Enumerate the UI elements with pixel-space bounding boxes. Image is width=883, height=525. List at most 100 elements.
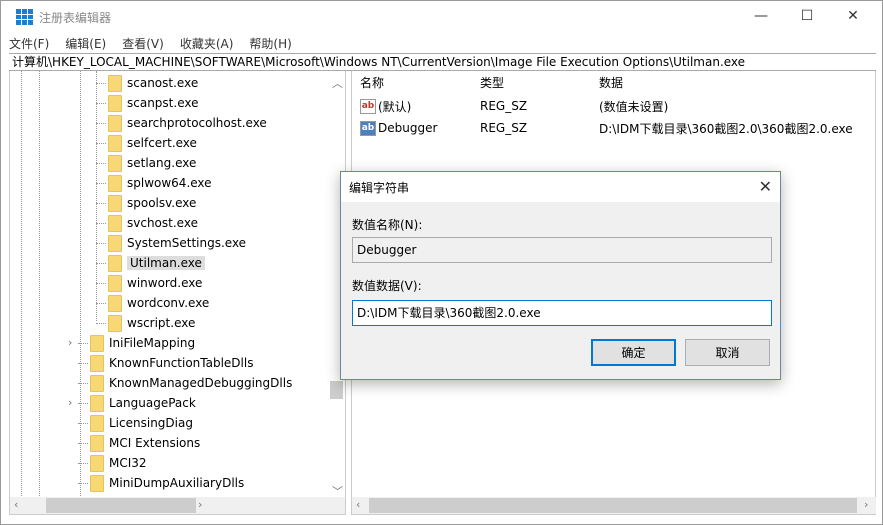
- folder-icon: [108, 194, 122, 212]
- folder-icon: [108, 254, 122, 272]
- tree-item-label: IniFileMapping: [109, 336, 196, 350]
- dialog-close-icon[interactable]: ✕: [759, 177, 772, 196]
- value-data: D:\IDM下载目录\360截图2.0\360截图2.0.exe: [599, 121, 853, 136]
- folder-icon: [108, 274, 122, 292]
- tree-item[interactable]: wscript.exe: [96, 313, 195, 333]
- tree-item-label: Utilman.exe: [127, 256, 205, 270]
- folder-icon: [108, 294, 122, 312]
- expand-chevron-icon[interactable]: ›: [68, 396, 72, 409]
- column-data[interactable]: 数据: [599, 74, 623, 91]
- tree-item[interactable]: svchost.exe: [96, 213, 198, 233]
- folder-icon: [108, 154, 122, 172]
- tree-item[interactable]: scanost.exe: [96, 73, 198, 93]
- folder-icon: [108, 234, 122, 252]
- minimize-button[interactable]: —: [738, 1, 784, 31]
- scroll-right-icon[interactable]: ›: [864, 498, 868, 511]
- tree-item-label: scanpst.exe: [127, 96, 199, 110]
- folder-icon: [108, 134, 122, 152]
- tree-item-label: wscript.exe: [127, 316, 196, 330]
- tree-item[interactable]: setlang.exe: [96, 153, 196, 173]
- scroll-right-icon[interactable]: ›: [198, 498, 202, 511]
- tree-item-label: searchprotocolhost.exe: [127, 116, 267, 130]
- value-data-input[interactable]: D:\IDM下载目录\360截图2.0.exe: [352, 300, 772, 326]
- list-row[interactable]: ab (默认) REG_SZ (数值未设置): [352, 95, 875, 117]
- tree-item-label: MiniDumpAuxiliaryDlls: [109, 476, 245, 490]
- folder-icon: [90, 414, 104, 432]
- tree-item-label: svchost.exe: [127, 216, 198, 230]
- folder-icon: [90, 434, 104, 452]
- scroll-thumb[interactable]: [369, 498, 857, 513]
- tree-item[interactable]: winword.exe: [96, 273, 202, 293]
- tree-item-label: MCI32: [109, 456, 147, 470]
- tree-item[interactable]: SystemSettings.exe: [96, 233, 246, 253]
- tree-item-label: spoolsv.exe: [127, 196, 197, 210]
- registry-tree: ︿ ﹀ ‹ › scanost.exe scanpst.exe searchprot…: [9, 71, 346, 515]
- tree-item[interactable]: MCI32: [78, 453, 147, 473]
- folder-icon: [90, 334, 104, 352]
- scroll-left-icon[interactable]: ‹: [356, 498, 360, 511]
- folder-icon: [90, 474, 104, 492]
- edit-string-dialog: 编辑字符串 ✕ 数值名称(N): Debugger 数值数据(V): D:\ID…: [340, 171, 781, 380]
- tree-item-label: KnownFunctionTableDlls: [109, 356, 254, 370]
- tree-item[interactable]: Utilman.exe: [96, 253, 205, 273]
- ok-button[interactable]: 确定: [591, 339, 676, 366]
- cancel-button[interactable]: 取消: [685, 339, 770, 366]
- maximize-button[interactable]: ☐: [784, 1, 830, 31]
- address-bar[interactable]: 计算机\HKEY_LOCAL_MACHINE\SOFTWARE\Microsof…: [9, 53, 876, 71]
- menu-bar: 文件(F) 编辑(E) 查看(V) 收藏夹(A) 帮助(H): [1, 33, 308, 53]
- tree-item[interactable]: splwow64.exe: [96, 173, 212, 193]
- menu-item[interactable]: 编辑(E): [65, 35, 106, 52]
- string-value-icon: ab: [360, 98, 376, 114]
- expand-chevron-icon[interactable]: ›: [68, 336, 72, 349]
- folder-icon: [108, 214, 122, 232]
- tree-item[interactable]: searchprotocolhost.exe: [96, 113, 267, 133]
- menu-item[interactable]: 查看(V): [122, 35, 164, 52]
- folder-icon: [90, 354, 104, 372]
- tree-item[interactable]: MCI Extensions: [78, 433, 200, 453]
- tree-item[interactable]: KnownManagedDebuggingDlls: [78, 373, 292, 393]
- menu-item[interactable]: 帮助(H): [249, 35, 291, 52]
- tree-item[interactable]: scanpst.exe: [96, 93, 198, 113]
- value-data: (数值未设置): [599, 99, 669, 114]
- scroll-thumb[interactable]: [330, 381, 343, 399]
- tree-item-label: MCI Extensions: [109, 436, 201, 450]
- tree-item[interactable]: wordconv.exe: [96, 293, 209, 313]
- tree-item[interactable]: spoolsv.exe: [96, 193, 196, 213]
- tree-item[interactable]: LanguagePack: [78, 393, 196, 413]
- tree-item[interactable]: selfcert.exe: [96, 133, 197, 153]
- column-type[interactable]: 类型: [480, 74, 504, 91]
- menu-item[interactable]: 文件(F): [9, 35, 49, 52]
- folder-icon: [108, 94, 122, 112]
- scroll-up-icon[interactable]: ︿: [332, 75, 343, 91]
- tree-item-label: LicensingDiag: [109, 416, 193, 430]
- tree-item[interactable]: MiniDumpAuxiliaryDlls: [78, 473, 244, 493]
- value-name: Debugger: [378, 121, 438, 135]
- menu-item[interactable]: 收藏夹(A): [180, 35, 234, 52]
- title-bar: 注册表编辑器 — ☐ ✕: [1, 1, 882, 33]
- tree-item[interactable]: KnownFunctionTableDlls: [78, 353, 253, 373]
- dialog-title: 编辑字符串: [349, 180, 410, 195]
- close-button[interactable]: ✕: [830, 1, 876, 31]
- list-header: 名称 类型 数据: [352, 71, 875, 93]
- scroll-left-icon[interactable]: ‹: [14, 498, 18, 511]
- folder-icon: [108, 74, 122, 92]
- folder-icon: [90, 454, 104, 472]
- folder-icon: [108, 114, 122, 132]
- window-title: 注册表编辑器: [39, 10, 112, 25]
- folder-icon: [90, 394, 104, 412]
- tree-item-label: LanguagePack: [109, 396, 196, 410]
- registry-editor-icon: [16, 9, 33, 25]
- tree-item-label: scanost.exe: [127, 76, 199, 90]
- value-type: REG_SZ: [480, 99, 528, 113]
- tree-item[interactable]: IniFileMapping: [78, 333, 195, 353]
- column-name[interactable]: 名称: [360, 74, 384, 91]
- list-row[interactable]: ab Debugger REG_SZ D:\IDM下载目录\360截图2.0\36…: [352, 117, 875, 139]
- tree-item[interactable]: LicensingDiag: [78, 413, 193, 433]
- value-name-label: 数值名称(N):: [352, 218, 423, 232]
- tree-horizontal-scrollbar[interactable]: ‹ ›: [10, 497, 345, 514]
- tree-item-label: SystemSettings.exe: [127, 236, 247, 250]
- scroll-thumb[interactable]: [46, 498, 196, 513]
- list-horizontal-scrollbar[interactable]: ‹ ›: [352, 497, 876, 514]
- value-data-label: 数值数据(V):: [352, 279, 422, 293]
- tree-item-label: KnownManagedDebuggingDlls: [109, 376, 293, 390]
